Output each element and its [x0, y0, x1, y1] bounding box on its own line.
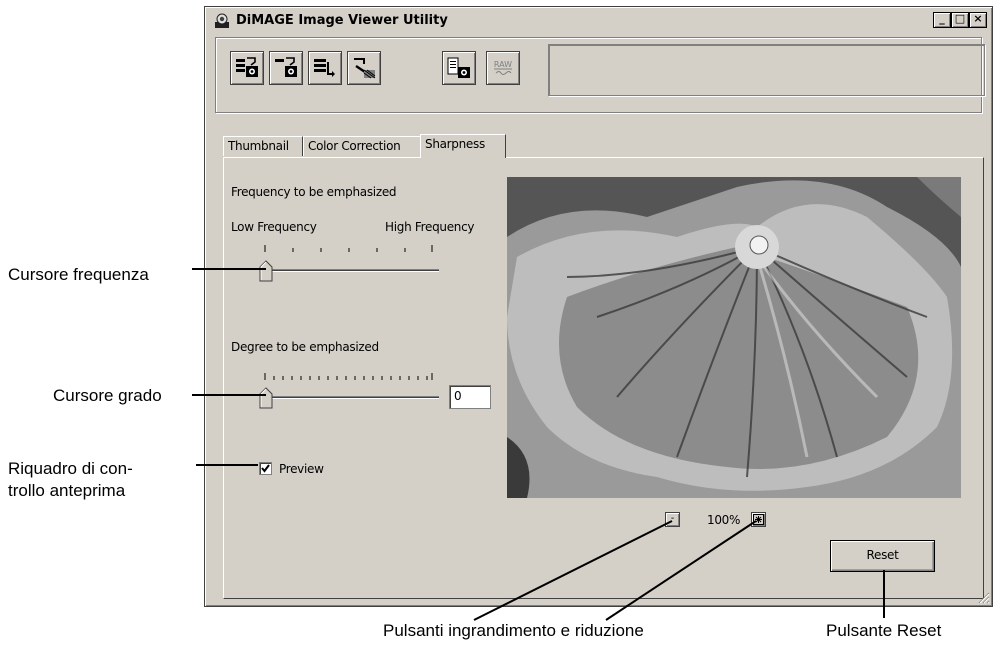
- app-logo-icon: [215, 13, 229, 28]
- close-button[interactable]: ×: [969, 12, 987, 28]
- frequency-slider-thumb[interactable]: [259, 260, 273, 282]
- callout-reset-button: Pulsante Reset: [826, 621, 942, 640]
- callout-preview-checkbox-line2: trollo anteprima: [8, 481, 126, 500]
- preview-label: Preview: [279, 462, 324, 476]
- checkmark-icon: [261, 464, 270, 473]
- callout-frequency-slider: Cursore frequenza: [8, 265, 149, 284]
- status-box: [548, 44, 985, 96]
- toolbar-button-save-all[interactable]: [308, 51, 342, 85]
- app-window: DiMAGE Image Viewer Utility _ □ × RAW Th…: [204, 6, 993, 607]
- frequency-slider-track[interactable]: [261, 269, 439, 272]
- zoom-out-button[interactable]: -: [665, 512, 680, 527]
- toolbar-button-load[interactable]: [269, 51, 303, 85]
- window-title: DiMAGE Image Viewer Utility: [236, 13, 448, 28]
- title-bar[interactable]: DiMAGE Image Viewer Utility _ □ ×: [208, 10, 989, 32]
- toolbar-button-raw[interactable]: RAW: [486, 51, 520, 85]
- callout-preview-checkbox-line1: Riquadro di con-: [8, 459, 133, 478]
- raw-icon-label: RAW: [494, 60, 512, 69]
- zoom-in-button[interactable]: [751, 512, 766, 527]
- minimize-button[interactable]: _: [933, 12, 951, 28]
- zoom-in-icon: [753, 514, 764, 525]
- resize-grip-icon[interactable]: [978, 592, 990, 604]
- frequency-ticks: [264, 245, 433, 252]
- toolbar: RAW: [215, 37, 985, 113]
- toolbar-button-camera-settings[interactable]: [442, 51, 476, 85]
- raw-icon: RAW: [494, 60, 512, 75]
- save-all-icon: [314, 59, 335, 77]
- tab-color-correction[interactable]: Color Correction: [303, 136, 421, 156]
- load-camera-icon: [275, 57, 297, 77]
- toolbar-button-batch[interactable]: [347, 51, 381, 85]
- preview-checkbox[interactable]: [259, 462, 272, 475]
- tab-thumbnail[interactable]: Thumbnail: [223, 136, 303, 156]
- zoom-out-label: -: [670, 513, 675, 524]
- camera-settings-icon: [447, 57, 470, 78]
- batch-process-icon: [354, 58, 376, 79]
- save-camera-icon: [236, 57, 258, 77]
- callout-degree-slider: Cursore grado: [53, 386, 162, 405]
- degree-slider-thumb[interactable]: [259, 387, 273, 409]
- tab-sharpness[interactable]: Sharpness: [420, 134, 506, 158]
- frequency-heading: Frequency to be emphasized: [231, 185, 397, 199]
- degree-value-field[interactable]: 0: [449, 385, 491, 409]
- toolbar-button-save[interactable]: [230, 51, 264, 85]
- callout-zoom-buttons: Pulsanti ingrandimento e riduzione: [383, 621, 644, 640]
- high-frequency-label: High Frequency: [385, 220, 475, 234]
- zoom-level: 100%: [707, 513, 741, 527]
- preview-image: [507, 177, 961, 498]
- maximize-button[interactable]: □: [951, 12, 969, 28]
- degree-ticks: [264, 373, 433, 380]
- degree-heading: Degree to be emphasized: [231, 340, 379, 354]
- flower-image: [507, 177, 961, 498]
- degree-slider-track[interactable]: [261, 396, 439, 399]
- low-frequency-label: Low Frequency: [231, 220, 317, 234]
- reset-button[interactable]: Reset: [830, 540, 935, 572]
